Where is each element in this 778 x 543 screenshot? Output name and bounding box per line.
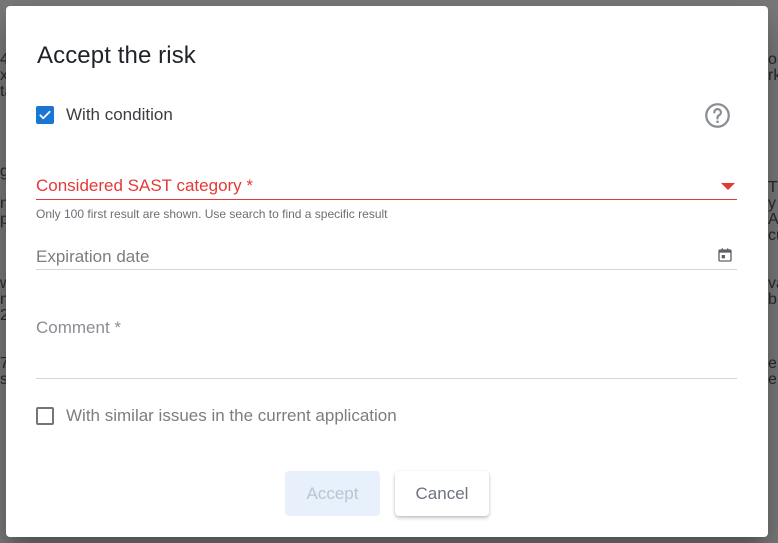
sast-category-label: Considered SAST category * bbox=[36, 176, 254, 195]
check-icon bbox=[39, 110, 51, 120]
background-text-right: oirk TyArcu vab ee bbox=[768, 52, 778, 388]
background-text-line bbox=[768, 100, 778, 116]
background-text-line: b bbox=[768, 291, 777, 308]
background-text-line: rk bbox=[768, 67, 778, 84]
background-text-line bbox=[768, 132, 778, 148]
similar-issues-row[interactable]: With similar issues in the current appli… bbox=[36, 405, 397, 427]
comment-field[interactable]: Comment * bbox=[36, 318, 737, 379]
background-text-line: Ar bbox=[768, 211, 778, 228]
accept-risk-dialog: Accept the risk With condition Considere… bbox=[6, 6, 768, 537]
with-condition-label: With condition bbox=[66, 105, 173, 124]
dialog-title: Accept the risk bbox=[37, 42, 196, 69]
background-text-line: e bbox=[768, 355, 777, 372]
expiration-date-placeholder: Expiration date bbox=[36, 247, 150, 266]
sast-category-select[interactable]: Considered SAST category * bbox=[36, 176, 737, 200]
comment-placeholder: Comment * bbox=[36, 318, 122, 337]
background-text-line: oi bbox=[768, 52, 778, 68]
calendar-icon[interactable] bbox=[717, 247, 733, 263]
dropdown-arrow-icon[interactable] bbox=[721, 183, 735, 190]
background-text-line bbox=[768, 84, 778, 100]
background-text-line bbox=[768, 164, 778, 180]
category-hint: Only 100 first result are shown. Use sea… bbox=[36, 207, 388, 221]
similar-issues-checkbox[interactable] bbox=[36, 407, 54, 425]
background-text-line: T bbox=[768, 179, 778, 196]
cancel-button[interactable]: Cancel bbox=[395, 471, 489, 516]
background-text-line bbox=[768, 340, 778, 356]
background-text-line bbox=[768, 244, 778, 260]
background-text-line bbox=[768, 324, 778, 340]
background-text-line bbox=[768, 116, 778, 132]
background-text-line bbox=[768, 308, 778, 324]
background-text-line: va bbox=[768, 275, 778, 292]
expiration-date-field[interactable]: Expiration date bbox=[36, 247, 737, 270]
background-text-line bbox=[768, 260, 778, 276]
background-text-line: y bbox=[768, 195, 776, 212]
with-condition-checkbox[interactable] bbox=[36, 106, 54, 124]
background-text-line: e bbox=[768, 371, 777, 388]
background-text-line: cu bbox=[768, 227, 778, 244]
with-condition-row[interactable]: With condition bbox=[36, 104, 173, 126]
help-circle-icon[interactable] bbox=[704, 102, 731, 129]
accept-button[interactable]: Accept bbox=[285, 471, 380, 516]
similar-issues-label: With similar issues in the current appli… bbox=[66, 406, 397, 425]
background-text-line bbox=[768, 148, 778, 164]
